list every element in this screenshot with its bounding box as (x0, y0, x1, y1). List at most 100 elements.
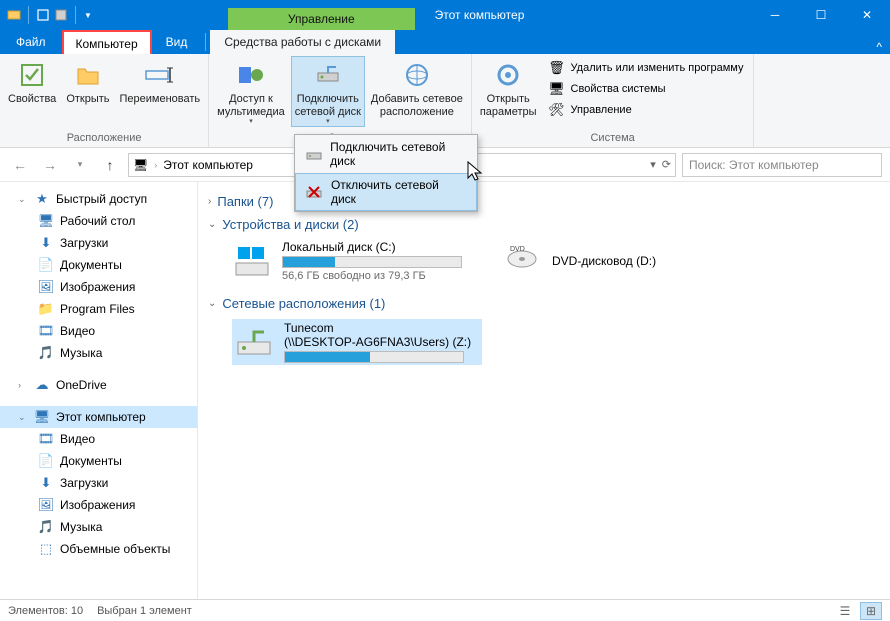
dropdown-disconnect-drive[interactable]: Отключить сетевой диск (295, 173, 477, 211)
dropdown-map-drive[interactable]: Подключить сетевой диск (295, 135, 477, 173)
system-properties-button[interactable]: 🖥Свойства системы (543, 79, 750, 99)
sidebar-quick-access[interactable]: ⌄★Быстрый доступ (0, 188, 197, 210)
dvd-icon: DVD (502, 241, 542, 281)
capacity-bar (282, 256, 462, 268)
view-details-button[interactable]: ☰ (834, 602, 856, 620)
documents-icon: 📄 (38, 257, 54, 273)
open-button[interactable]: Открыть (62, 56, 113, 106)
context-tab-label: Управление (228, 8, 415, 30)
sidebar-pc-music[interactable]: 🎵Музыка (0, 516, 197, 538)
ribbon: Свойства Открыть Переименовать Расположе… (0, 54, 890, 148)
downloads-icon: ⬇ (38, 235, 54, 251)
checkmark-icon (16, 59, 48, 91)
chevron-down-icon: ⌄ (208, 219, 216, 230)
drive-label: Tunecom (\\DESKTOP-AG6FNA3\Users) (Z:) (284, 321, 480, 349)
drive-label: DVD-дисковод (D:) (552, 254, 752, 268)
add-network-location-button[interactable]: Добавить сетевое расположение (367, 56, 467, 118)
drive-local-c[interactable]: Локальный диск (C:) 56,6 ГБ свободно из … (232, 240, 482, 282)
manage-icon: 🛠 (549, 102, 565, 118)
desktop-icon: 🖥 (38, 213, 54, 229)
sidebar-documents[interactable]: 📄Документы (0, 254, 197, 276)
this-pc-icon: 🖥 (133, 158, 148, 172)
pictures-icon: 🖼 (38, 497, 54, 513)
network-drive-icon (312, 59, 344, 91)
chevron-down-icon: ⌄ (208, 298, 216, 309)
breadcrumb-root[interactable]: Этот компьютер (163, 158, 253, 172)
title-bar: ▼ Управление Этот компьютер ─ ☐ ✕ (0, 0, 890, 30)
sidebar-program-files[interactable]: 📁Program Files (0, 298, 197, 320)
chevron-right-icon: › (18, 380, 28, 390)
ribbon-group-location: Свойства Открыть Переименовать Расположе… (0, 54, 209, 147)
sidebar-music[interactable]: 🎵Музыка (0, 342, 197, 364)
refresh-icon[interactable]: ⟳ (662, 158, 671, 171)
map-network-drive-button[interactable]: Подключить сетевой диск ▾ (291, 56, 365, 127)
dropdown-chevron-icon[interactable]: ▾ (650, 158, 656, 171)
sidebar-downloads[interactable]: ⬇Загрузки (0, 232, 197, 254)
sidebar-desktop[interactable]: 🖥Рабочий стол (0, 210, 197, 232)
search-input[interactable]: Поиск: Этот компьютер (682, 153, 882, 177)
sidebar-onedrive[interactable]: ›☁OneDrive (0, 374, 197, 396)
sidebar-pc-downloads[interactable]: ⬇Загрузки (0, 472, 197, 494)
sidebar-videos[interactable]: 🎞Видео (0, 320, 197, 342)
rename-button[interactable]: Переименовать (116, 56, 205, 106)
maximize-button[interactable]: ☐ (798, 0, 844, 30)
nav-up-button[interactable]: ↑ (98, 153, 122, 177)
capacity-fill (285, 352, 370, 362)
qat-item-2[interactable] (53, 7, 69, 23)
nav-forward-button[interactable]: → (38, 153, 62, 177)
content-pane: ›Папки (7) ⌄Устройства и диски (2) Локал… (198, 182, 890, 599)
uninstall-program-button[interactable]: 🗑Удалить или изменить программу (543, 58, 750, 78)
downloads-icon: ⬇ (38, 475, 54, 491)
rename-icon (144, 59, 176, 91)
app-icon[interactable] (6, 7, 22, 23)
chevron-down-icon: ⌄ (18, 412, 28, 423)
open-settings-button[interactable]: Открыть параметры (476, 56, 541, 118)
sidebar-pc-videos[interactable]: 🎞Видео (0, 428, 197, 450)
minimize-button[interactable]: ─ (752, 0, 798, 30)
view-tiles-button[interactable]: ⊞ (860, 602, 882, 620)
cloud-icon: ☁ (34, 377, 50, 393)
drive-dvd-d[interactable]: DVD DVD-дисковод (D:) (502, 240, 752, 282)
manage-button[interactable]: 🛠Управление (543, 100, 750, 120)
network-location-icon (401, 59, 433, 91)
qat-item-1[interactable] (35, 7, 51, 23)
status-item-count: Элементов: 10 (8, 605, 83, 617)
documents-icon: 📄 (38, 453, 54, 469)
tab-drive-tools[interactable]: Средства работы с дисками (210, 30, 395, 54)
videos-icon: 🎞 (38, 323, 54, 339)
tab-view[interactable]: Вид (152, 30, 202, 54)
section-network-locations[interactable]: ⌄Сетевые расположения (1) (208, 292, 880, 315)
tab-computer[interactable]: Компьютер (62, 30, 152, 54)
ribbon-group-system: Открыть параметры 🗑Удалить или изменить … (472, 54, 755, 147)
sidebar-this-pc[interactable]: ⌄🖥Этот компьютер (0, 406, 197, 428)
section-devices[interactable]: ⌄Устройства и диски (2) (208, 213, 880, 236)
status-selection: Выбран 1 элемент (97, 605, 192, 617)
pictures-icon: 🖼 (38, 279, 54, 295)
folder-icon: 📁 (38, 301, 54, 317)
nav-history-button[interactable]: ▾ (68, 153, 92, 177)
gear-icon (492, 59, 524, 91)
drive-free-text: 56,6 ГБ свободно из 79,3 ГБ (282, 270, 482, 282)
ribbon-help-icon[interactable]: ^ (868, 40, 890, 54)
media-icon (235, 59, 267, 91)
ribbon-tabs: Файл Компьютер Вид Средства работы с дис… (0, 30, 890, 54)
media-access-button[interactable]: Доступ к мультимедиа ▾ (213, 56, 289, 126)
music-icon: 🎵 (38, 345, 54, 361)
window-title: Этот компьютер (415, 8, 752, 22)
this-pc-icon: 🖥 (34, 409, 50, 425)
qat-dropdown-icon[interactable]: ▼ (84, 11, 92, 20)
close-button[interactable]: ✕ (844, 0, 890, 30)
quick-access-toolbar: ▼ (0, 6, 98, 24)
map-drive-dropdown: Подключить сетевой диск Отключить сетево… (294, 134, 478, 212)
sidebar-pictures[interactable]: 🖼Изображения (0, 276, 197, 298)
star-icon: ★ (34, 191, 50, 207)
sidebar-pc-pictures[interactable]: 🖼Изображения (0, 494, 197, 516)
drive-network-z[interactable]: Tunecom (\\DESKTOP-AG6FNA3\Users) (Z:) (232, 319, 482, 365)
nav-back-button[interactable]: ← (8, 153, 32, 177)
sidebar-pc-3d[interactable]: ⬚Объемные объекты (0, 538, 197, 560)
sidebar-pc-documents[interactable]: 📄Документы (0, 450, 197, 472)
properties-button[interactable]: Свойства (4, 56, 60, 106)
tab-file[interactable]: Файл (0, 30, 62, 54)
capacity-bar (284, 351, 464, 363)
disconnect-icon (305, 183, 323, 201)
